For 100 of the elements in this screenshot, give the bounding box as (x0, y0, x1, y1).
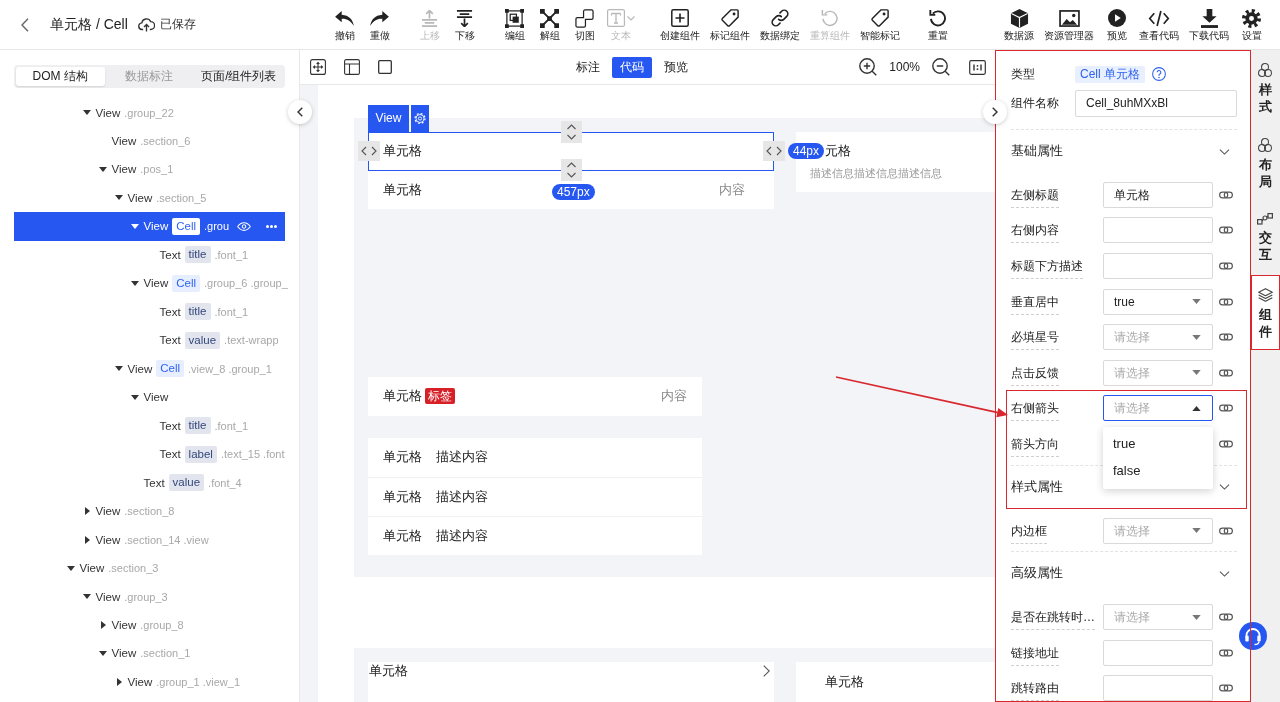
spacing-handle-icon[interactable] (358, 141, 380, 161)
link-icon[interactable] (1218, 613, 1233, 622)
caret-down-icon[interactable] (115, 195, 123, 201)
text-field[interactable] (1103, 639, 1213, 666)
toolbar-button[interactable]: 下载代码 (1184, 0, 1234, 49)
help-icon[interactable] (1152, 67, 1166, 81)
mode-tab[interactable]: 预览 (656, 56, 696, 78)
select-field[interactable]: true (1103, 288, 1213, 315)
tree-item[interactable]: View .section_14 .view (14, 525, 285, 554)
link-icon[interactable] (1218, 526, 1233, 535)
link-icon[interactable] (1218, 226, 1233, 235)
panel-tab[interactable]: 页面/组件列表 (194, 66, 284, 86)
tree-item[interactable]: View (14, 383, 285, 412)
tree-item[interactable]: Text value .text-wrapp (14, 326, 285, 355)
move-icon[interactable] (310, 59, 326, 75)
link-icon[interactable] (1218, 190, 1233, 199)
layout-icon[interactable] (344, 59, 360, 75)
link-icon[interactable] (1218, 297, 1233, 306)
tree-item[interactable]: View .section_8 (14, 496, 285, 526)
caret-right-icon[interactable] (116, 677, 122, 686)
toolbar-button[interactable]: 编组 (497, 0, 532, 49)
toolbar-button[interactable]: 数据绑定 (755, 0, 805, 49)
caret-down-icon[interactable] (99, 650, 107, 656)
text-field[interactable] (1103, 675, 1213, 702)
tree-item[interactable]: View .section_6 (14, 126, 285, 156)
square-icon[interactable] (378, 60, 392, 74)
caret-right-icon[interactable] (84, 507, 90, 516)
toolbar-button[interactable]: 下移 (447, 0, 482, 49)
chevron-down-icon[interactable] (1219, 148, 1230, 155)
spacing-handle-icon[interactable] (561, 159, 582, 181)
chevron-down-icon[interactable] (1219, 570, 1230, 577)
back-icon[interactable] (21, 17, 29, 32)
side-tab[interactable]: 样式 (1250, 50, 1280, 125)
tree-item[interactable]: View .group_22 (14, 98, 285, 127)
toolbar-button[interactable]: 撤销 (327, 0, 362, 49)
tree-item[interactable]: Text label .text_15 .font (14, 439, 285, 469)
spacing-handle-icon[interactable] (561, 121, 582, 143)
eye-icon[interactable] (237, 221, 251, 231)
caret-down-icon[interactable] (67, 565, 75, 571)
mode-tab[interactable]: 标注 (568, 56, 608, 78)
caret-down-icon[interactable] (131, 394, 139, 400)
toolbar-button[interactable]: 重置 (920, 0, 955, 49)
tree-item[interactable]: View .section_3 (14, 553, 285, 583)
panel-tab[interactable]: DOM 结构 (15, 66, 105, 86)
dropdown-option[interactable]: true (1103, 431, 1213, 459)
zoom-out-icon[interactable] (932, 58, 950, 76)
tree-item[interactable]: Text value .font_4 (14, 468, 285, 497)
tree-item[interactable]: Text title .font_1 (14, 297, 285, 327)
link-icon[interactable] (1218, 333, 1233, 342)
headset-icon[interactable] (1239, 622, 1267, 650)
caret-right-icon[interactable] (100, 620, 106, 629)
link-icon[interactable] (1218, 262, 1233, 270)
tree-item[interactable]: View Cell .grou (14, 212, 285, 241)
toolbar-button[interactable]: 资源管理器 (1039, 0, 1099, 49)
caret-down-icon[interactable] (115, 366, 123, 372)
actual-size-icon[interactable] (969, 59, 986, 75)
tree-item[interactable]: View .pos_1 (14, 155, 285, 184)
link-icon[interactable] (1218, 368, 1233, 377)
list-card[interactable]: 单元格 (368, 662, 774, 702)
toolbar-button[interactable]: 创建组件 (655, 0, 705, 49)
caret-down-icon[interactable] (83, 594, 91, 599)
spacing-handle-icon[interactable] (763, 141, 785, 161)
caret-down-icon[interactable] (83, 110, 91, 116)
toolbar-button[interactable]: 查看代码 (1134, 0, 1184, 49)
tree-item[interactable]: Text title .font_1 (14, 240, 285, 270)
toolbar-button[interactable]: 数据源 (999, 0, 1039, 49)
text-field[interactable]: 单元格 (1103, 181, 1213, 208)
tree-item[interactable]: View .group_1 .view_1 (14, 667, 285, 697)
tree-item[interactable]: Text title .font_1 (14, 411, 285, 440)
caret-down-icon[interactable] (131, 280, 139, 286)
toolbar-button[interactable]: 智能标记 (855, 0, 905, 49)
tree-item[interactable]: View Cell .view_8 .group_1 (14, 354, 285, 383)
tree-item[interactable]: View .group_8 (14, 610, 285, 640)
settings-icon[interactable] (411, 105, 429, 132)
toolbar-button[interactable]: 预览 (1099, 0, 1134, 49)
link-icon[interactable] (1218, 404, 1233, 413)
toolbar-button[interactable]: 重做 (362, 0, 397, 49)
link-icon[interactable] (1218, 648, 1233, 657)
caret-down-icon[interactable] (99, 166, 107, 172)
toolbar-button[interactable]: 标记组件 (705, 0, 755, 49)
tree-item[interactable]: View .group_3 (14, 582, 285, 611)
more-icon[interactable] (266, 224, 277, 228)
toolbar-button[interactable]: 解组 (532, 0, 567, 49)
tree-item[interactable]: View .section_1 (14, 639, 285, 668)
toolbar-button[interactable]: 切图 (567, 0, 602, 49)
side-tab[interactable]: 布局 (1250, 125, 1280, 200)
text-field[interactable] (1103, 253, 1213, 279)
chevron-down-icon[interactable] (1219, 484, 1230, 491)
side-tab[interactable]: 交互 (1250, 200, 1280, 275)
dropdown-option[interactable]: false (1103, 458, 1213, 485)
link-icon[interactable] (1218, 684, 1233, 693)
toolbar-button[interactable]: 设置 (1234, 0, 1269, 49)
tree-item[interactable]: View .section_5 (14, 183, 285, 213)
text-field[interactable]: Cell_8uhMXxBl (1075, 90, 1237, 117)
caret-right-icon[interactable] (84, 535, 90, 544)
text-field[interactable] (1103, 217, 1213, 244)
caret-down-icon[interactable] (131, 223, 139, 229)
zoom-in-icon[interactable] (859, 58, 878, 76)
mode-tab[interactable]: 代码 (612, 56, 652, 78)
link-icon[interactable] (1218, 439, 1233, 448)
